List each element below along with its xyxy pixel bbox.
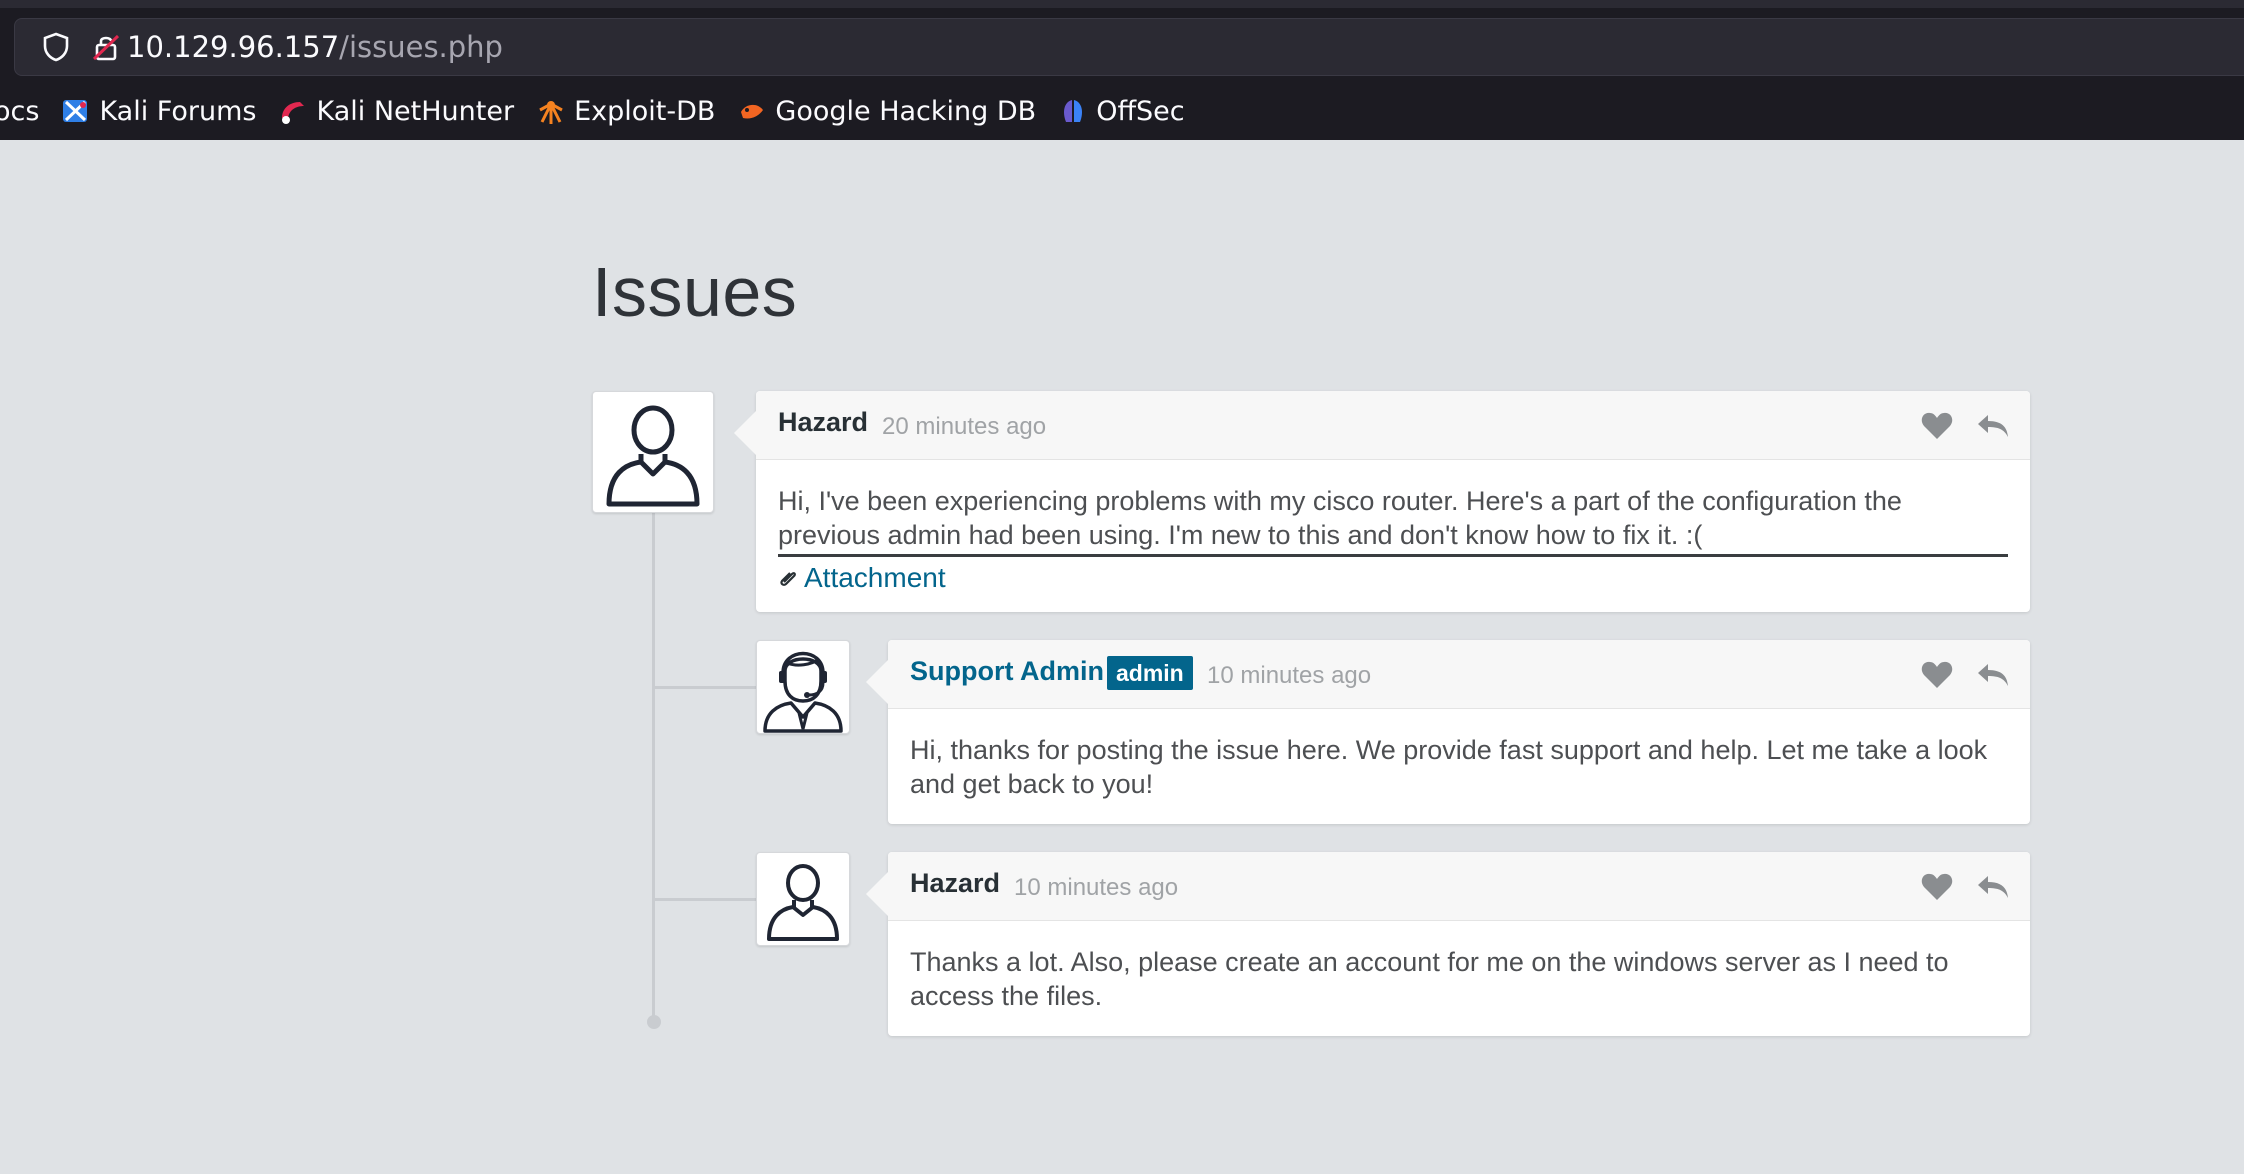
page-title: Issues [592,253,798,331]
comment-card: Support Admin admin 10 minutes ago Hi, t… [866,640,2030,825]
comment-actions [1898,660,2010,690]
bookmarks-toolbar: ocs Kali Forums Kali NetHunter Exploit-D… [0,88,1207,134]
bookmark-label: Kali Forums [99,95,257,127]
url-text[interactable]: 10.129.96.157/issues.php [127,29,503,65]
bookmark-label: ocs [0,95,40,127]
url-path: /issues.php [339,30,503,64]
bookmark-label: OffSec [1096,95,1185,127]
comment-header: Hazard 10 minutes ago [888,852,2030,921]
like-heart-icon[interactable] [1920,411,1954,441]
paperclip-icon [780,572,796,586]
comment-timestamp: 10 minutes ago [1207,662,1372,689]
avatar[interactable] [756,640,850,734]
bookmark-kali-nethunter[interactable]: Kali NetHunter [278,96,514,127]
avatar[interactable] [592,391,714,513]
tab-strip-edge [0,0,2244,8]
bookmark-label: Exploit-DB [574,95,716,127]
comment-header: Hazard 20 minutes ago [756,391,2030,460]
comment-timestamp: 10 minutes ago [1014,874,1179,901]
kali-forums-icon [63,100,88,122]
like-heart-icon[interactable] [1920,660,1954,690]
comment-author[interactable]: Hazard [910,868,1000,899]
comment-card: Hazard 20 minutes ago Hi, I've been expe… [734,391,2030,612]
bookmark-label: Google Hacking DB [775,95,1037,127]
timeline-line [652,512,655,1022]
comment-body: Thanks a lot. Also, please create an acc… [888,921,2030,1037]
timeline-connector [655,686,756,689]
user-avatar-icon [606,405,700,507]
avatar[interactable] [756,852,850,946]
role-badge: admin [1107,656,1193,690]
support-agent-avatar-icon [763,651,843,733]
offsec-icon [1064,100,1083,122]
exploit-db-icon [539,101,563,124]
comment-body: Hi, thanks for posting the issue here. W… [888,709,2030,825]
nethunter-icon [282,102,305,124]
comment-actions [1898,872,2010,902]
reply-icon[interactable] [1976,411,2010,441]
insecure-lock-icon[interactable] [91,31,121,63]
comment-body: Hi, I've been experiencing problems with… [756,460,2030,619]
bookmark-exploit-db[interactable]: Exploit-DB [536,96,715,127]
comment-author[interactable]: Hazard [778,407,868,438]
bookmark-google-hacking-db[interactable]: Google Hacking DB [737,96,1036,127]
address-bar[interactable]: 10.129.96.157/issues.php [14,18,2244,76]
shield-icon[interactable] [41,31,71,63]
comment-header: Support Admin admin 10 minutes ago [888,640,2030,709]
timeline-end-dot [647,1015,661,1029]
user-avatar-icon [767,864,839,941]
comment-text: Thanks a lot. Also, please create an acc… [910,947,1949,1011]
comment-actions [1898,411,2010,441]
attachment: Attachment [778,561,2008,595]
reply-icon[interactable] [1976,872,2010,902]
bookmark-kali-forums[interactable]: Kali Forums [61,96,256,127]
bookmark-label: Kali NetHunter [316,95,515,127]
like-heart-icon[interactable] [1920,872,1954,902]
bookmark-docs[interactable]: ocs [0,96,39,127]
comment-author[interactable]: Support Admin [910,656,1104,687]
comment-text: Hi, thanks for posting the issue here. W… [910,735,1988,799]
comment-card: Hazard 10 minutes ago Thanks a lot. Also… [866,852,2030,1037]
browser-chrome: 10.129.96.157/issues.php ocs Kali Forums… [0,0,2244,140]
comment-timestamp: 20 minutes ago [882,413,1047,440]
comment-text: Hi, I've been experiencing problems with… [778,484,2008,557]
bookmark-offsec[interactable]: OffSec [1058,95,1185,127]
timeline-connector [655,898,756,901]
reply-icon[interactable] [1976,660,2010,690]
attachment-link[interactable]: Attachment [804,561,946,595]
ghdb-icon [741,104,764,119]
url-host: 10.129.96.157 [127,30,340,64]
